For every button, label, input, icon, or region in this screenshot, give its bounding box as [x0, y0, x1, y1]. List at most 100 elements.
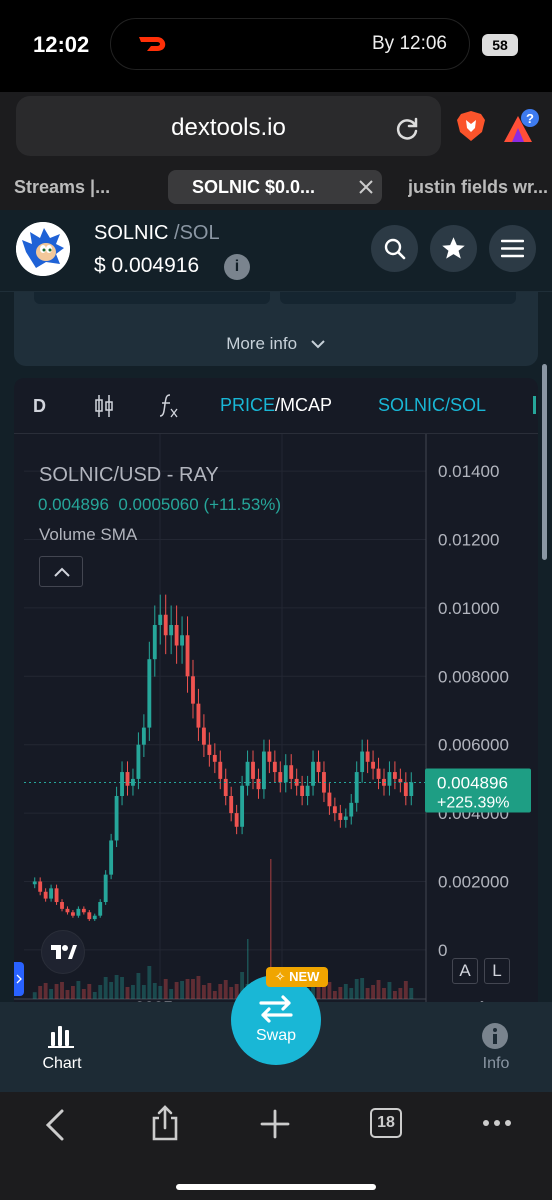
candle — [54, 888, 59, 903]
price-info-icon[interactable]: i — [224, 254, 250, 280]
volume-bar — [387, 982, 392, 999]
sonic-logo-icon — [16, 222, 70, 276]
drawing-toolbar-handle[interactable] — [14, 962, 24, 996]
price-mcap-toggle[interactable]: PRICE/MCAP — [220, 395, 332, 416]
menu-button[interactable] — [489, 225, 536, 272]
volume-bar — [338, 987, 343, 999]
volume-bars — [32, 859, 414, 999]
collapse-legend-button[interactable] — [39, 556, 83, 587]
volume-bar — [147, 966, 152, 999]
tab-label: justin fields wr... — [408, 177, 549, 197]
more-options-icon[interactable] — [482, 1118, 512, 1128]
toolbar-overflow-edge — [533, 396, 536, 414]
nav-info[interactable]: Info — [464, 1022, 528, 1074]
tab-streams[interactable]: Streams |... — [14, 170, 154, 204]
auto-scale-button[interactable]: A — [452, 958, 478, 984]
chart-panel: D PRICE/MCAP SOLNIC/SOL 0.01400 0.01200 0.… — [14, 378, 538, 1018]
volume-bar — [196, 976, 201, 999]
token-symbol: SOLNIC — [94, 222, 169, 244]
battery-indicator: 58 — [482, 34, 518, 56]
swap-button[interactable]: Swap — [231, 975, 321, 1065]
swap-label: Swap — [255, 1027, 297, 1044]
candlestick-type-icon[interactable] — [93, 394, 115, 418]
volume-bar — [87, 984, 92, 999]
y-tick-label: 0.008000 — [438, 667, 509, 686]
candle — [120, 772, 124, 796]
candle — [147, 659, 152, 728]
info-icon — [482, 1023, 508, 1049]
candle — [65, 908, 70, 913]
search-icon — [384, 238, 406, 260]
close-tab-icon[interactable] — [358, 179, 374, 195]
candle — [158, 614, 163, 625]
more-info-toggle[interactable]: More info — [14, 334, 538, 354]
candle — [71, 912, 75, 916]
tab-justin-fields[interactable]: justin fields wr... — [408, 170, 552, 204]
page-scrollbar[interactable] — [542, 364, 547, 560]
reload-icon[interactable] — [394, 116, 420, 142]
volume-bar — [398, 988, 403, 999]
swap-arrows-icon — [259, 995, 293, 1023]
favorite-button[interactable] — [430, 225, 477, 272]
y-tick-label: 0.006000 — [438, 736, 509, 755]
candle — [278, 772, 283, 783]
tab-strip: Streams |... SOLNIC $0.0... justin field… — [0, 170, 552, 206]
stat-card-stub — [34, 292, 270, 304]
token-header: SOLNIC /SOL $ 0.004916 i — [0, 210, 552, 292]
chart-toolbar: D PRICE/MCAP SOLNIC/SOL — [14, 378, 538, 434]
clock: 12:02 — [33, 32, 90, 57]
back-icon[interactable] — [44, 1108, 66, 1142]
candle — [212, 754, 217, 762]
candle — [223, 778, 228, 796]
volume-bar — [212, 991, 217, 999]
tab-count-button[interactable]: 18 — [370, 1108, 402, 1138]
doordash-icon — [139, 37, 166, 51]
nav-chart[interactable]: Chart — [30, 1022, 94, 1074]
candle — [98, 902, 103, 916]
candle — [169, 625, 174, 636]
candle — [272, 761, 277, 773]
new-tab-icon[interactable] — [260, 1109, 290, 1139]
tradingview-logo[interactable] — [41, 930, 85, 974]
home-indicator — [176, 1184, 376, 1190]
price-value: 0.004916 — [111, 254, 200, 277]
volume-bar — [71, 986, 75, 999]
brave-shield-icon[interactable] — [456, 110, 486, 142]
search-button[interactable] — [371, 225, 418, 272]
volume-bar — [163, 979, 168, 999]
candle — [251, 761, 255, 779]
candle — [234, 813, 239, 827]
candle — [262, 751, 266, 790]
nav-info-label: Info — [482, 1055, 510, 1072]
pair-toggle[interactable]: SOLNIC/SOL — [378, 395, 486, 416]
candle — [267, 751, 272, 762]
candle — [180, 635, 184, 646]
star-icon — [442, 237, 465, 259]
volume-bar — [131, 985, 135, 999]
volume-legend: Volume SMA — [39, 525, 138, 544]
indicators-icon[interactable] — [158, 392, 180, 420]
share-icon[interactable] — [150, 1104, 180, 1142]
volume-bar — [98, 985, 103, 999]
volume-bar — [92, 992, 97, 999]
candle — [136, 744, 141, 779]
address-bar[interactable]: dextools.io — [16, 96, 441, 156]
interval-selector[interactable]: D — [33, 396, 46, 417]
brave-rewards-icon[interactable]: ? — [500, 108, 540, 144]
volume-bar — [409, 988, 414, 999]
ohlc-legend: 0.004896 0.0005060 (+11.53%) — [38, 495, 281, 515]
candle — [343, 816, 348, 820]
log-scale-button[interactable]: L — [484, 958, 510, 984]
tab-solnic[interactable]: SOLNIC $0.0... — [168, 170, 382, 204]
volume-bar — [223, 980, 228, 999]
volume-bar — [201, 985, 206, 999]
price-chart[interactable]: 0.01400 0.01200 0.01000 0.008000 0.006000 0.0… — [14, 434, 538, 1018]
volume-bar — [152, 983, 157, 999]
volume-bar — [360, 978, 365, 999]
candle — [152, 625, 157, 660]
candle — [114, 796, 119, 841]
candle — [87, 912, 92, 920]
dynamic-island[interactable]: By 12:06 — [110, 18, 470, 70]
activity-eta: By 12:06 — [372, 33, 447, 54]
volume-bar — [120, 977, 124, 999]
